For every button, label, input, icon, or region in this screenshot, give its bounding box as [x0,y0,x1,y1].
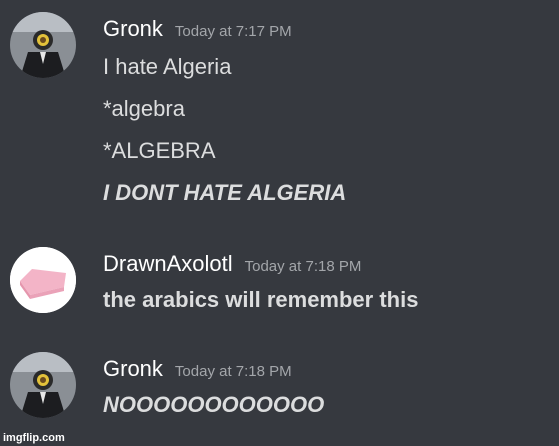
timestamp: Today at 7:17 PM [174,23,292,40]
timestamp: Today at 7:18 PM [174,363,292,380]
message-text: I hate Algeria [103,54,232,79]
username[interactable]: DrawnAxolotl [103,251,233,276]
gronk-avatar[interactable] [10,12,76,78]
username[interactable]: Gronk [103,356,163,381]
message-text: *ALGEBRA [103,138,216,163]
message-text: I DONT HATE ALGERIA [103,180,347,205]
username[interactable]: Gronk [103,16,163,41]
drawnaxolotl-avatar[interactable] [10,247,76,313]
timestamp: Today at 7:18 PM [244,258,362,275]
message-text: *algebra [103,96,185,121]
message-text: NOOOOOOOOOOOO [103,392,325,417]
gronk-avatar[interactable] [10,352,76,418]
watermark: imgflip.com [3,432,65,444]
message-text: the arabics will remember this [103,287,419,312]
